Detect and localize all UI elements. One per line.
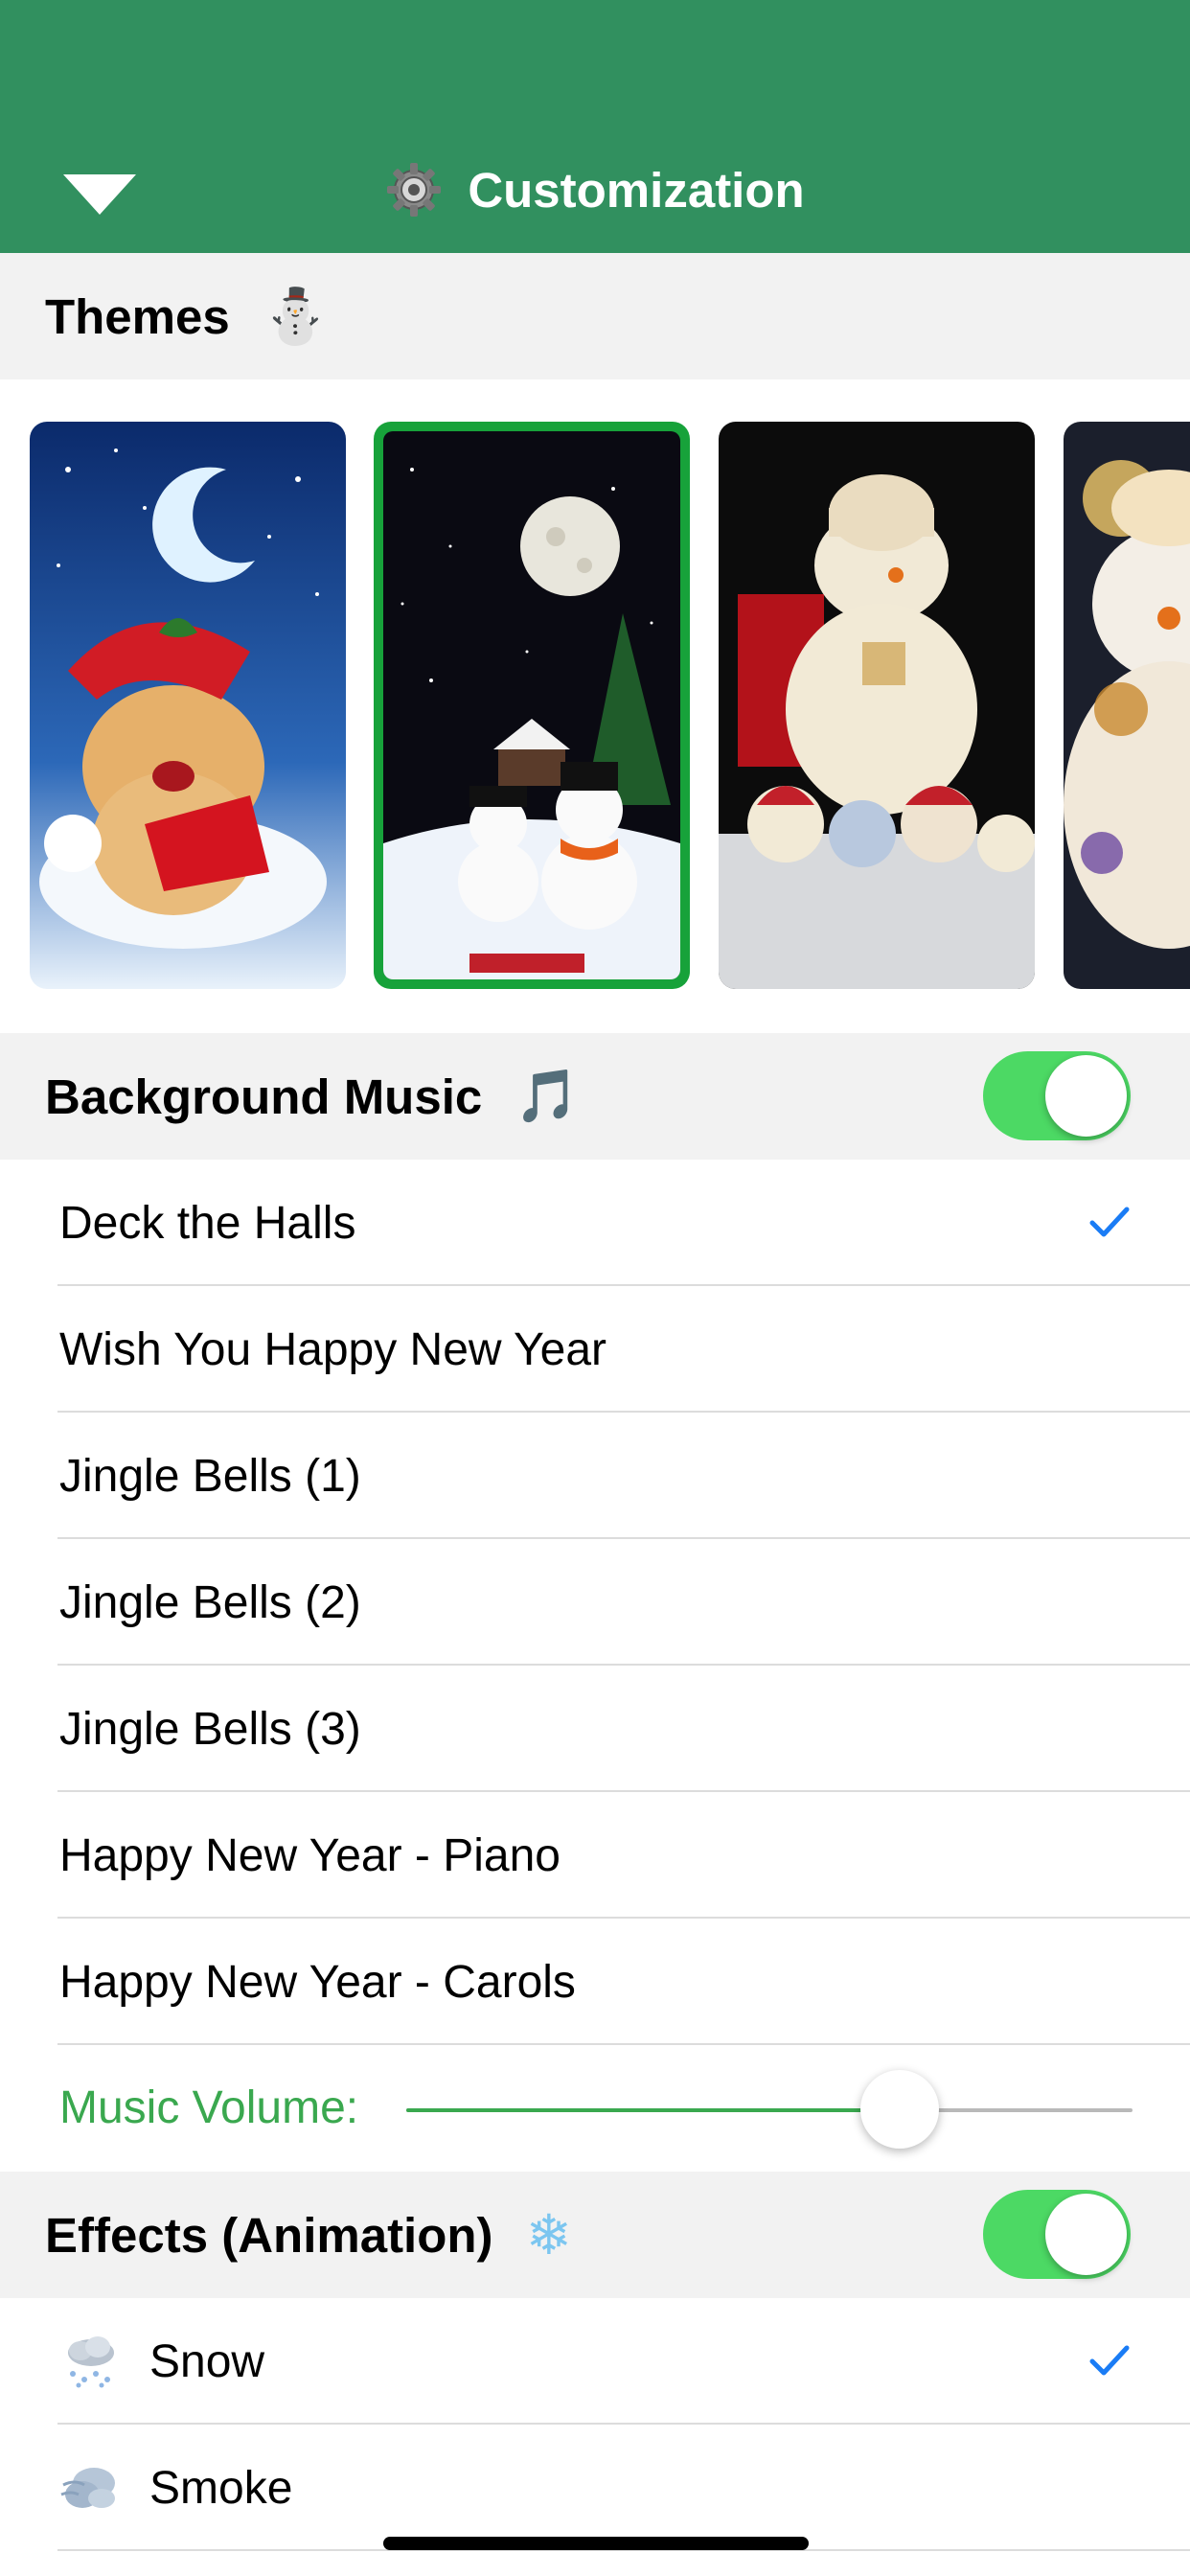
song-row[interactable]: Happy New Year - Piano: [0, 1792, 1190, 1919]
music-note-icon: 🎵: [515, 1066, 580, 1126]
song-row[interactable]: Wish You Happy New Year: [0, 1286, 1190, 1413]
song-row[interactable]: Jingle Bells (1): [0, 1413, 1190, 1539]
row-separator: [57, 2043, 1190, 2045]
effect-label: Smoke: [149, 2462, 293, 2514]
song-label: Happy New Year - Carols: [59, 1956, 576, 2008]
home-indicator: [383, 2537, 809, 2550]
toggle-knob: [1045, 1055, 1127, 1137]
navigation-bar: Customization: [0, 0, 1190, 253]
song-row[interactable]: Happy New Year - Carols: [0, 1919, 1190, 2045]
snowflake-icon: ❄: [525, 2202, 573, 2267]
theme-thumbnail-snowmen-moon[interactable]: [374, 422, 690, 989]
effects-toggle[interactable]: [983, 2190, 1131, 2279]
song-label: Jingle Bells (3): [59, 1703, 361, 1755]
volume-slider-thumb[interactable]: [860, 2070, 940, 2149]
gear-icon: [387, 163, 442, 217]
song-label: Jingle Bells (2): [59, 1576, 361, 1628]
song-label: Deck the Halls: [59, 1197, 356, 1249]
smoke-icon: [60, 2468, 115, 2508]
song-label: Wish You Happy New Year: [59, 1323, 607, 1375]
song-label: Jingle Bells (1): [59, 1450, 361, 1502]
effect-label: Snow: [149, 2335, 265, 2387]
music-volume-label: Music Volume:: [59, 2082, 359, 2133]
snowman-icon: ⛄: [262, 286, 330, 348]
song-row[interactable]: Deck the Halls: [0, 1160, 1190, 1286]
theme-thumbnail-kitten[interactable]: [30, 422, 346, 989]
themes-title: Themes: [45, 288, 230, 344]
background-music-toggle[interactable]: [983, 1051, 1131, 1140]
effect-row[interactable]: Smoke: [0, 2425, 1190, 2551]
checkmark-icon: [1089, 1207, 1130, 1237]
page-title: Customization: [468, 162, 805, 218]
background-music-header: Background Music 🎵: [0, 1033, 1190, 1160]
toggle-knob: [1045, 2194, 1127, 2275]
volume-slider-fill: [406, 2108, 901, 2112]
themes-section-header: Themes ⛄: [0, 253, 1190, 380]
song-row[interactable]: Jingle Bells (3): [0, 1666, 1190, 1792]
background-music-title: Background Music: [45, 1069, 483, 1124]
effect-row[interactable]: Snow: [0, 2298, 1190, 2425]
music-volume-slider[interactable]: [406, 2108, 1133, 2112]
theme-thumbnail-snowman-plush[interactable]: [719, 422, 1035, 989]
checkmark-icon: [1089, 2345, 1130, 2376]
snow-cloud-icon: [68, 2336, 114, 2388]
song-label: Happy New Year - Piano: [59, 1829, 561, 1881]
effects-title: Effects (Animation): [45, 2207, 493, 2263]
effects-section-header: Effects (Animation) ❄: [0, 2172, 1190, 2298]
theme-thumbnail-snowman-ornament[interactable]: [1064, 422, 1190, 989]
song-row[interactable]: Jingle Bells (2): [0, 1539, 1190, 1666]
theme-carousel[interactable]: [0, 381, 1190, 1004]
